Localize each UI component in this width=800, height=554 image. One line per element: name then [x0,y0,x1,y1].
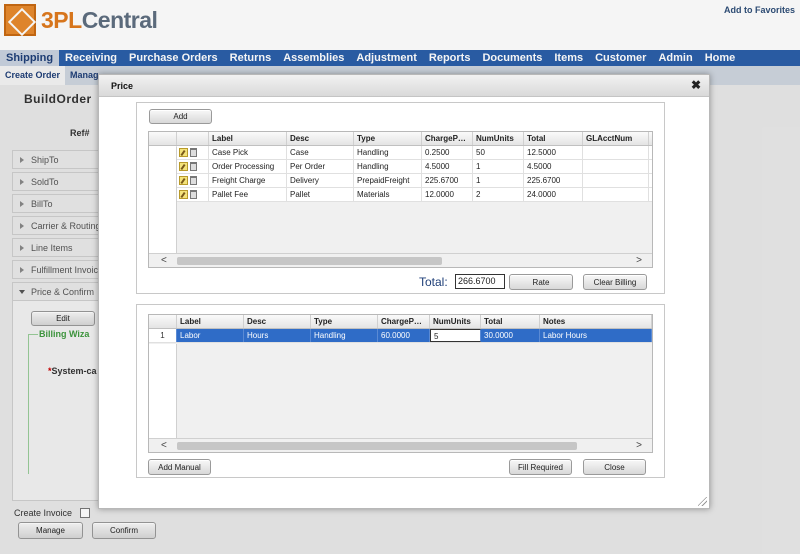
trash-icon[interactable] [190,176,197,185]
cell-glacct[interactable] [583,146,649,159]
grid-header: Label Desc Type ChargeP… NumUnits Total … [149,315,652,329]
row-number: 1 [149,329,177,342]
table-row[interactable]: 1 Case Pick Case Handling 0.2500 50 12.5… [149,146,652,160]
trash-icon[interactable] [190,190,197,199]
cell-desc[interactable]: Delivery [287,174,354,187]
close-button[interactable]: Close [583,459,646,475]
cell-charge[interactable]: 4.5000 [422,160,473,173]
header-charge[interactable]: ChargeP… [422,132,473,145]
header-charge[interactable]: ChargeP… [378,315,430,328]
horizontal-scrollbar[interactable]: < > [149,253,652,267]
scroll-right-icon[interactable]: > [636,441,642,451]
cell-label[interactable]: Pallet Fee [209,188,287,201]
dialog-title: Price [111,81,134,91]
cell-type[interactable]: Handling [311,329,378,342]
cell-numunits[interactable]: 1 [473,174,524,187]
cell-charge[interactable]: 60.0000 [378,329,430,342]
cell-label[interactable]: Order Processing [209,160,287,173]
rate-button[interactable]: Rate [509,274,573,290]
table-row[interactable]: 4 Pallet Fee Pallet Materials 12.0000 2 … [149,188,652,202]
add-button[interactable]: Add [149,109,212,124]
cell-desc[interactable]: Case [287,146,354,159]
add-manual-button[interactable]: Add Manual [148,459,211,475]
fill-required-button[interactable]: Fill Required [509,459,572,475]
header-total[interactable]: Total [524,132,583,145]
header-type[interactable]: Type [354,132,422,145]
cell-type[interactable]: Materials [354,188,422,201]
table-row-selected[interactable]: 1 Labor Hours Handling 60.0000 5 30.0000… [149,329,652,343]
header-rownum [149,315,177,328]
row-number-strip [149,344,177,438]
header-notes[interactable]: Notes [540,315,652,328]
cell-numunits[interactable]: 2 [473,188,524,201]
header-type[interactable]: Type [311,315,378,328]
cell-numunits[interactable]: 1 [473,160,524,173]
header-numunits[interactable]: NumUnits [430,315,481,328]
horizontal-scrollbar[interactable]: < > [149,438,652,452]
header-total[interactable]: Total [481,315,540,328]
resize-grip-icon[interactable] [698,497,707,506]
row-number-strip [149,147,177,253]
clear-billing-button[interactable]: Clear Billing [583,274,647,290]
scroll-thumb[interactable] [177,257,442,265]
close-icon[interactable]: ✖ [691,79,701,91]
cell-total[interactable]: 24.0000 [524,188,583,201]
manual-charges-panel: Label Desc Type ChargeP… NumUnits Total … [136,304,665,478]
edit-icon[interactable] [179,148,188,157]
cell-glacct[interactable] [583,160,649,173]
edit-icon[interactable] [179,176,188,185]
scroll-thumb[interactable] [177,442,577,450]
header-label[interactable]: Label [177,315,244,328]
grid-header: Label Desc Type ChargeP… NumUnits Total … [149,132,652,146]
header-desc[interactable]: Desc [287,132,354,145]
row-actions [177,146,209,159]
header-actions [177,132,209,145]
header-glacct[interactable]: GLAcctNum [583,132,649,145]
scroll-left-icon[interactable]: < [161,256,167,266]
scroll-left-icon[interactable]: < [161,441,167,451]
cell-type[interactable]: PrepaidFreight [354,174,422,187]
cell-total[interactable]: 225.6700 [524,174,583,187]
cell-glacct[interactable] [583,188,649,201]
dialog-titlebar[interactable]: Price ✖ [99,75,709,97]
manual-charges-grid: Label Desc Type ChargeP… NumUnits Total … [148,314,653,453]
cell-label[interactable]: Freight Charge [209,174,287,187]
header-numunits[interactable]: NumUnits [473,132,524,145]
row-actions [177,160,209,173]
total-field[interactable]: 266.6700 [455,274,505,289]
cell-type[interactable]: Handling [354,160,422,173]
cell-type[interactable]: Handling [354,146,422,159]
total-label: Total: [419,275,448,289]
header-rownum [149,132,177,145]
cell-notes[interactable]: Labor Hours [540,329,652,342]
scroll-right-icon[interactable]: > [636,256,642,266]
table-row[interactable]: 3 Freight Charge Delivery PrepaidFreight… [149,174,652,188]
cell-total[interactable]: 30.0000 [481,329,540,342]
cell-charge[interactable]: 0.2500 [422,146,473,159]
edit-icon[interactable] [179,162,188,171]
billing-panel: Add Label Desc Type ChargeP… NumUnits To… [136,102,665,294]
cell-charge[interactable]: 12.0000 [422,188,473,201]
cell-label[interactable]: Labor [177,329,244,342]
cell-glacct[interactable] [583,174,649,187]
cell-desc[interactable]: Hours [244,329,311,342]
numunits-edit-input[interactable]: 5 [430,329,481,342]
cell-label[interactable]: Case Pick [209,146,287,159]
header-label[interactable]: Label [209,132,287,145]
cell-total[interactable]: 12.5000 [524,146,583,159]
header-desc[interactable]: Desc [244,315,311,328]
price-dialog: Price ✖ Add Label Desc Type ChargeP… Num… [98,74,710,509]
edit-icon[interactable] [179,190,188,199]
trash-icon[interactable] [190,148,197,157]
table-row[interactable]: 2 Order Processing Per Order Handling 4.… [149,160,652,174]
cell-desc[interactable]: Per Order [287,160,354,173]
cell-total[interactable]: 4.5000 [524,160,583,173]
trash-icon[interactable] [190,162,197,171]
cell-charge[interactable]: 225.6700 [422,174,473,187]
row-actions [177,174,209,187]
cell-numunits[interactable]: 50 [473,146,524,159]
row-actions [177,188,209,201]
cell-desc[interactable]: Pallet [287,188,354,201]
billing-grid: Label Desc Type ChargeP… NumUnits Total … [148,131,653,268]
